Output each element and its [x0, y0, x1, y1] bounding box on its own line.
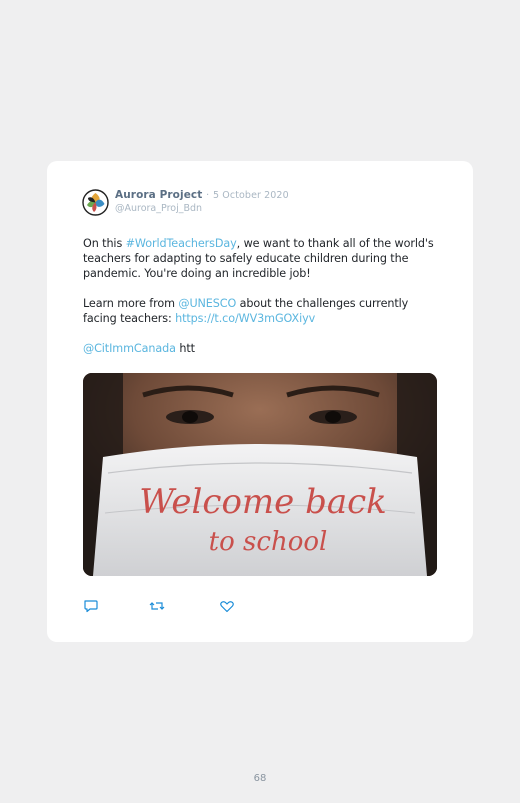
url-link[interactable]: https://t.co/WV3mGOXiyv — [175, 312, 315, 325]
face-mask-photo: Welcome back to school — [83, 373, 437, 576]
mask-text-line-2: to school — [209, 527, 328, 557]
date-separator: · — [206, 190, 210, 201]
text-fragment: htt — [175, 342, 195, 355]
retweet-icon[interactable] — [149, 598, 165, 614]
author-handle[interactable]: @Aurora_Proj_Bdn — [115, 203, 202, 214]
tweet-actions — [83, 598, 283, 614]
tweet-text: On this #WorldTeachersDay, we want to th… — [83, 236, 443, 356]
heart-icon[interactable] — [219, 598, 235, 614]
text-fragment: Learn more from — [83, 297, 179, 310]
tweet-paragraph-2: Learn more from @UNESCO about the challe… — [83, 296, 443, 326]
tweet-image[interactable]: Welcome back to school — [83, 373, 437, 576]
author-name[interactable]: Aurora Project — [115, 189, 202, 201]
page-number: 68 — [253, 773, 267, 784]
text-fragment: On this — [83, 237, 126, 250]
tweet-paragraph-1: On this #WorldTeachersDay, we want to th… — [83, 236, 443, 281]
aurora-project-logo — [82, 189, 109, 216]
mention-link[interactable]: @UNESCO — [178, 297, 236, 310]
tweet-card: Aurora Project · 5 October 2020 @Aurora_… — [47, 161, 473, 642]
mask-text-line-1: Welcome back — [139, 482, 387, 522]
tweet-paragraph-3: @CitImmCanada htt — [83, 341, 443, 356]
author-line: Aurora Project · 5 October 2020 — [115, 189, 289, 201]
tweet-date[interactable]: 5 October 2020 — [213, 190, 289, 201]
reply-icon[interactable] — [83, 598, 99, 614]
mention-link[interactable]: @CitImmCanada — [83, 342, 176, 355]
hashtag-link[interactable]: #WorldTeachersDay — [126, 237, 237, 250]
tweet-header: Aurora Project · 5 October 2020 @Aurora_… — [82, 188, 442, 218]
